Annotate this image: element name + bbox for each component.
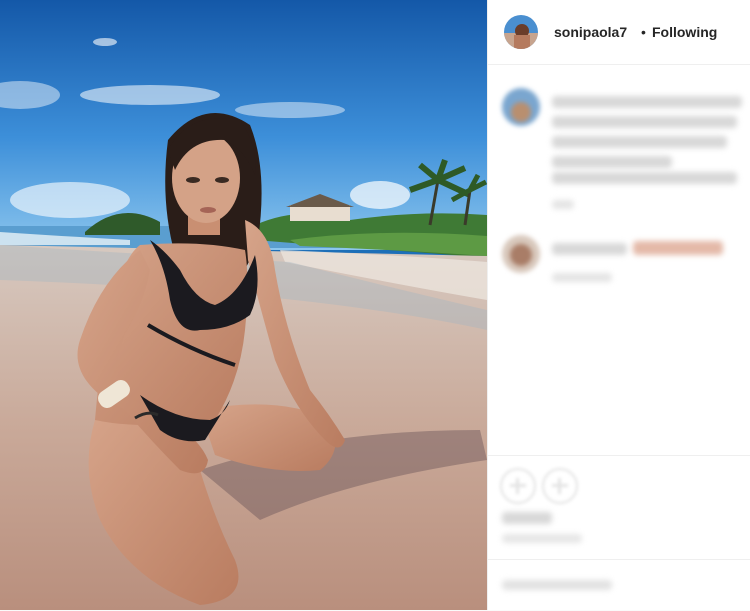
blurred-emoji (633, 241, 723, 255)
blurred-comment-text (552, 243, 627, 255)
post-header: sonipaola7 • Following (488, 0, 750, 65)
blurred-comment-text (552, 136, 727, 148)
blurred-comment-text (552, 96, 742, 108)
comment-box-divider (488, 559, 750, 560)
blurred-comment-text (552, 116, 737, 128)
author-avatar[interactable] (504, 15, 538, 49)
post-photo[interactable] (0, 0, 487, 610)
blurred-timestamp (502, 534, 582, 543)
instagram-post: sonipaola7 • Following (0, 0, 750, 610)
post-actions (488, 455, 750, 611)
following-button[interactable]: Following (652, 24, 717, 40)
beach-photo-illustration (0, 0, 487, 610)
blurred-comment-meta (552, 200, 574, 209)
post-side-panel: sonipaola7 • Following (488, 0, 750, 610)
comment-icon[interactable] (542, 468, 578, 504)
blurred-comment-meta (552, 273, 612, 282)
blurred-likes-count (502, 512, 552, 524)
blurred-comment-text (552, 172, 737, 184)
author-username[interactable]: sonipaola7 (554, 24, 627, 40)
comment-item (488, 88, 750, 218)
add-comment-field[interactable] (502, 580, 612, 590)
commenter-avatar[interactable] (502, 235, 540, 273)
header-separator: • (641, 24, 646, 40)
blurred-comment-text (552, 156, 672, 168)
commenter-avatar[interactable] (502, 88, 540, 126)
like-icon[interactable] (500, 468, 536, 504)
comment-item (488, 235, 750, 295)
